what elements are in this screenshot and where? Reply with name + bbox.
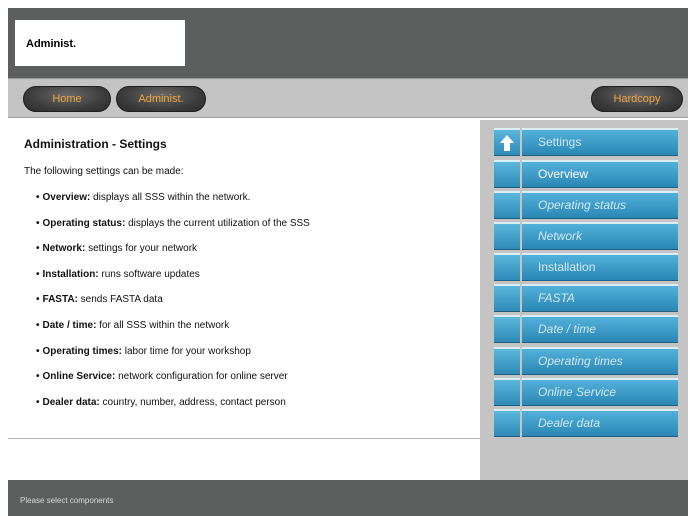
home-button[interactable]: Home [23,86,111,112]
list-item: • Overview: displays all SSS within the n… [36,192,251,203]
item-term: Operating times: [42,345,122,357]
content-intro: The following settings can be made: [24,166,184,177]
list-item: • Installation: runs software updates [36,268,200,280]
list-item: • Operating status: displays the current … [36,217,310,229]
menu-item-settings[interactable]: Settings [494,128,678,156]
app-screen: Administ. Home Administ. Hardcopy Admini… [0,0,690,516]
item-term: Operating status: [42,217,126,229]
menu-item-online-service[interactable]: Online Service [494,378,678,406]
up-arrow-icon[interactable] [499,134,515,152]
menu-item-label[interactable]: Online Service [522,378,678,406]
item-term: Online Service: [42,371,116,383]
menu-item-label[interactable]: Dealer data [522,409,678,437]
item-term: Installation: [42,268,99,280]
list-item: • Online Service: network configuration f… [36,371,288,383]
item-description: displays the current utilization of the … [125,217,310,229]
header-bar: Administ. [8,8,688,78]
menu-item-lead[interactable] [494,409,520,437]
list-item: • FASTA: sends FASTA data [36,294,163,306]
page-title: Administ. [26,38,77,50]
menu-item-date-time[interactable]: Date / time [494,315,678,343]
content-title: Administration - Settings [24,137,167,151]
menu-item-label[interactable]: Installation [522,253,678,281]
menu-item-installation[interactable]: Installation [494,253,678,281]
menu-item-lead[interactable] [494,315,520,343]
item-description: displays all SSS within the network. [90,192,251,203]
menu-item-network[interactable]: Network [494,222,678,250]
item-term: Network: [42,243,86,255]
menu-item-lead[interactable] [494,284,520,312]
item-term: Overview: [42,192,91,203]
item-description: network configuration for online server [115,371,288,383]
item-description: runs software updates [98,268,200,280]
status-text: Please select components [20,496,114,505]
item-term: Dealer data: [42,396,100,408]
item-description: for all SSS within the network [96,319,230,331]
menu-item-lead[interactable] [494,222,520,250]
item-description: country, number, address, contact person [99,396,286,408]
menu-item-dealer-data[interactable]: Dealer data [494,409,678,437]
list-item: • Operating times: labor time for your wo… [36,345,251,357]
menu-item-lead[interactable] [494,253,520,281]
menu-item-lead[interactable] [494,160,520,188]
status-bar: Please select components [8,480,688,516]
menu-item-operating-times[interactable]: Operating times [494,347,678,375]
menu-item-fasta[interactable]: FASTA [494,284,678,312]
hardcopy-button[interactable]: Hardcopy [591,86,683,112]
menu-item-lead[interactable] [494,128,520,156]
menu-item-overview[interactable]: Overview [494,160,678,188]
lower-content-area [8,439,480,479]
menu-item-operating-status[interactable]: Operating status [494,191,678,219]
item-term: Date / time: [42,319,97,331]
menu-item-label[interactable]: Network [522,222,678,250]
list-item: • Network: settings for your network [36,243,198,255]
item-description: settings for your network [85,243,198,255]
navigation-bar: Home Administ. Hardcopy [8,78,688,118]
list-item: • Date / time: for all SSS within the net… [36,319,230,331]
menu-item-label[interactable]: Operating status [522,191,678,219]
item-term: FASTA: [42,294,78,306]
item-description: labor time for your workshop [121,345,251,357]
settings-description-list: • Overview: displays all SSS within the n… [36,192,310,422]
page-title-box: Administ. [15,20,185,66]
menu-item-label[interactable]: Date / time [522,315,678,343]
list-item: • Dealer data: country, number, address, … [36,396,286,408]
menu-item-label[interactable]: Operating times [522,347,678,375]
administ-button[interactable]: Administ. [116,86,206,112]
menu-item-label[interactable]: Overview [522,160,678,188]
settings-menu: Settings Overview Operating status Netwo… [480,120,688,480]
menu-item-lead[interactable] [494,347,520,375]
content-panel: Administration - Settings The following … [8,120,480,438]
menu-item-label[interactable]: Settings [522,128,678,156]
menu-item-lead[interactable] [494,378,520,406]
item-description: sends FASTA data [77,294,163,306]
menu-item-label[interactable]: FASTA [522,284,678,312]
menu-item-lead[interactable] [494,191,520,219]
